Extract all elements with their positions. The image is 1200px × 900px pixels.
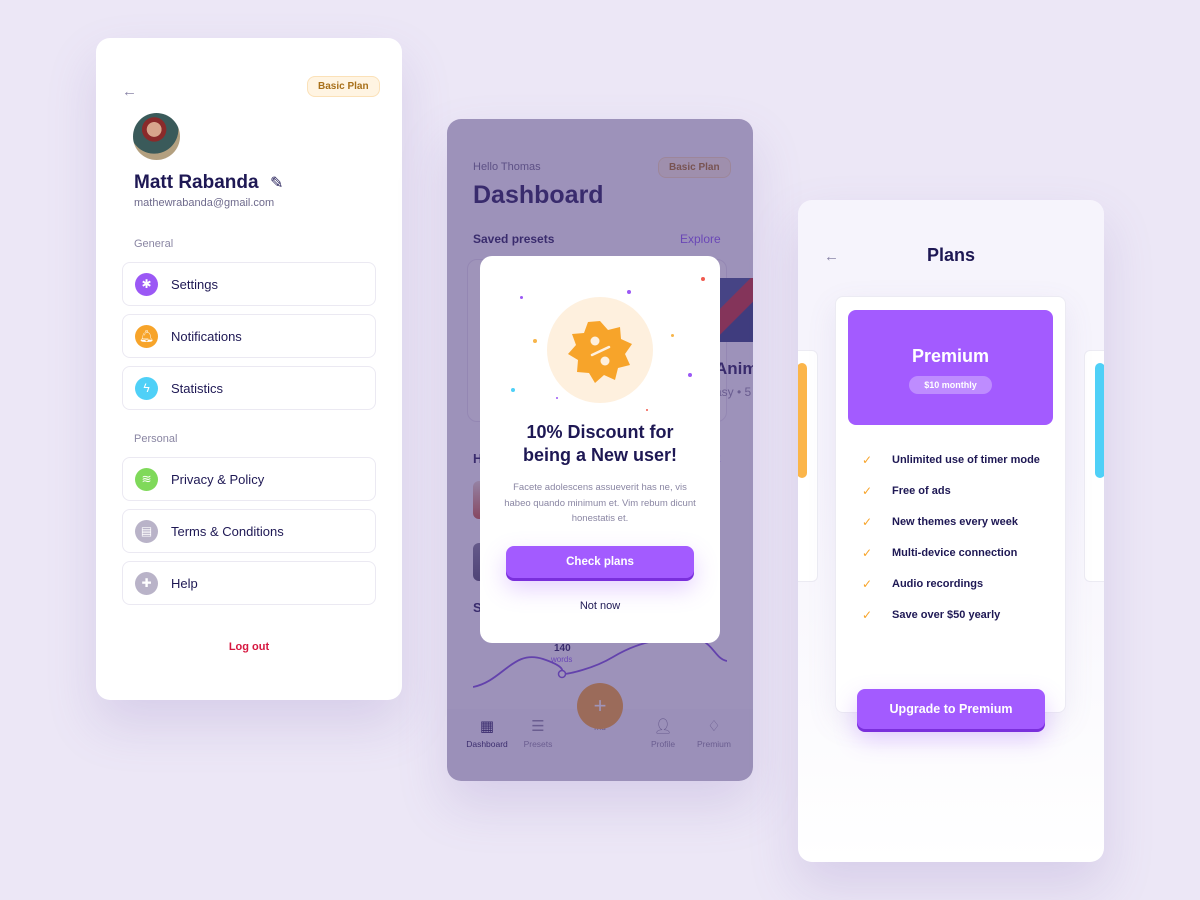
profile-email: mathewrabanda@gmail.com	[134, 197, 275, 209]
gear-icon: ✱	[135, 272, 158, 296]
plan-name: Premium	[911, 346, 990, 366]
confetti-dot	[511, 388, 515, 392]
feature-label: Free of ads	[892, 485, 951, 497]
menu-item-privacy-policy[interactable]: ≋ Privacy & Policy	[122, 457, 376, 501]
page-title: Plans	[926, 245, 976, 265]
plan-price: $10 monthly	[909, 376, 992, 394]
plan-card-previous[interactable]	[798, 350, 818, 582]
confetti-dot	[646, 409, 648, 411]
menu-item-statistics[interactable]: ϟ Statistics	[122, 366, 376, 410]
menu-item-label: Notifications	[171, 328, 242, 344]
feature-item: ✓ Audio recordings	[860, 577, 983, 591]
discount-badge-icon	[568, 321, 632, 383]
menu-item-terms-conditions[interactable]: ▤ Terms & Conditions	[122, 509, 376, 553]
bell-icon: 🔔︎	[135, 324, 158, 348]
profile-screen: ← Basic Plan Matt Rabanda ✎ mathewraband…	[96, 38, 402, 700]
menu-item-settings[interactable]: ✱ Settings	[122, 262, 376, 306]
menu-item-help[interactable]: ✚ Help	[122, 561, 376, 605]
back-arrow-icon[interactable]: ←	[122, 83, 137, 100]
confetti-dot	[520, 296, 523, 299]
check-plans-button[interactable]: Check plans	[506, 546, 694, 578]
modal-title: 10% Discount for being a New user!	[480, 421, 720, 467]
menu-item-label: Help	[171, 575, 198, 591]
confetti-dot	[671, 334, 674, 337]
upgrade-button[interactable]: Upgrade to Premium	[857, 689, 1045, 729]
plan-card-header	[798, 363, 807, 478]
modal-title-line: being a New user!	[522, 445, 678, 465]
check-circle-icon: ✓	[861, 484, 873, 498]
check-circle-icon: ✓	[861, 453, 873, 467]
menu-item-label: Terms & Conditions	[171, 523, 284, 539]
dashboard-screen: Hello Thomas Basic Plan Dashboard Saved …	[447, 119, 753, 781]
feature-label: Audio recordings	[892, 578, 984, 590]
feature-item: ✓ Unlimited use of timer mode	[860, 453, 1040, 467]
feature-label: Save over $50 yearly	[892, 609, 1001, 621]
feature-item: ✓ Save over $50 yearly	[860, 608, 1000, 622]
plan-card-next[interactable]	[1084, 350, 1104, 582]
plan-badge: Basic Plan	[307, 76, 380, 97]
menu-item-label: Settings	[171, 276, 218, 292]
confetti-dot	[627, 290, 631, 294]
check-circle-icon: ✓	[861, 608, 873, 622]
feature-label: Unlimited use of timer mode	[892, 454, 1040, 466]
plan-header: Premium $10 monthly	[848, 310, 1053, 425]
pencil-icon[interactable]: ✎	[270, 173, 283, 193]
discount-illustration	[547, 297, 653, 403]
feature-item: ✓ Free of ads	[860, 484, 951, 498]
plans-screen: ← Plans Premium $10 monthly ✓ Unlimited u…	[798, 200, 1104, 862]
check-circle-icon: ✓	[861, 546, 873, 560]
section-label-personal: Personal	[134, 433, 178, 445]
logout-button[interactable]: Log out	[96, 641, 402, 653]
confetti-dot	[688, 373, 692, 377]
plan-card-premium[interactable]: Premium $10 monthly ✓ Unlimited use of ti…	[835, 296, 1066, 713]
avatar[interactable]	[133, 113, 180, 160]
clipboard-icon: ▤	[135, 519, 158, 543]
section-label-general: General	[134, 238, 174, 250]
menu-item-notifications[interactable]: 🔔︎ Notifications	[122, 314, 376, 358]
check-circle-icon: ✓	[861, 577, 873, 591]
feature-label: Multi-device connection	[892, 547, 1018, 559]
confetti-dot	[533, 339, 537, 343]
layers-icon: ≋	[135, 467, 158, 491]
feature-label: New themes every week	[892, 516, 1018, 528]
menu-item-label: Privacy & Policy	[171, 471, 265, 487]
not-now-button[interactable]: Not now	[480, 600, 720, 612]
feature-item: ✓ New themes every week	[860, 515, 1018, 529]
check-circle-icon: ✓	[861, 515, 873, 529]
modal-body: Facete adolescens assueverit has ne, vis…	[504, 482, 696, 524]
lightning-icon: ϟ	[135, 376, 158, 400]
confetti-dot	[701, 277, 705, 281]
plan-card-header	[1095, 363, 1104, 478]
lifebuoy-icon: ✚	[135, 571, 158, 595]
discount-modal: 10% Discount for being a New user! Facet…	[480, 256, 720, 643]
feature-item: ✓ Multi-device connection	[860, 546, 1017, 560]
menu-item-label: Statistics	[171, 380, 224, 396]
modal-title-line: 10% Discount for	[526, 422, 674, 442]
profile-name: Matt Rabanda	[134, 172, 259, 193]
